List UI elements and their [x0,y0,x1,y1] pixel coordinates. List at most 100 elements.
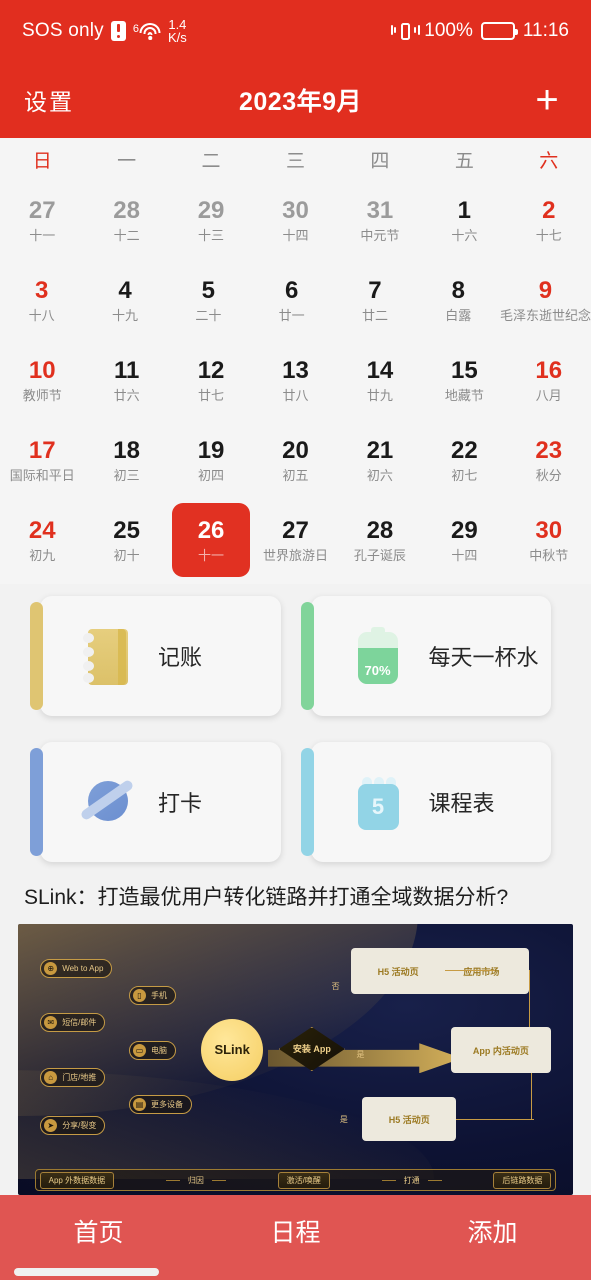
day-number: 10 [28,357,56,384]
calendar-day-cell[interactable]: 25 初十 [84,500,168,580]
day-lunar-label: 廿八 [282,388,309,403]
app-root: SOS only 6 1.4 K/s 100% 11:16 设置 2023年9月… [0,0,591,1280]
device-pill: ▯ 手机 [129,986,176,1006]
calendar-day-cell[interactable]: 29 十三 [169,180,253,260]
calendar-day-cell[interactable]: 29 十四 [422,500,506,580]
widget-accent-bar [30,602,43,710]
battery-icon [480,22,518,40]
more-devices-icon: ▤ [133,1097,146,1111]
calendar-day-cell[interactable]: 15 地藏节 [422,340,506,420]
calendar-day-cell[interactable]: 4 十九 [83,260,166,340]
planet-icon [78,771,136,833]
calendar-day-cell[interactable]: 12 廿七 [169,340,253,420]
calendar-day-cell[interactable]: 30 十四 [253,180,337,260]
calendar-day-cell[interactable]: 3 十八 [0,260,83,340]
calendar-day-cell[interactable]: 2 十七 [507,180,591,260]
widget-card-2[interactable]: 打卡 [30,742,281,862]
calendar-day-cell[interactable]: 1 十六 [422,180,506,260]
calendar-day-cell[interactable]: 19 初四 [169,420,253,500]
calendar-day-cell[interactable]: 23 秋分 [507,420,591,500]
calendar-day-cell[interactable]: 9 毛泽东逝世纪念 [500,260,591,340]
calendar-day-cell[interactable]: 18 初三 [84,420,168,500]
day-number: 2 [542,197,556,224]
calendar-day-cell[interactable]: 31 中元节 [338,180,422,260]
day-lunar-label: 八月 [535,388,562,403]
day-number: 4 [118,277,132,304]
ad-title[interactable]: SLink：打造最优用户转化链路并打通全域数据分析? [24,884,567,912]
bottom-nav-item-1[interactable]: 日程 [197,1213,394,1249]
widget-card-label: 记账 [158,645,203,670]
calendar-day-cell[interactable]: 20 初五 [253,420,337,500]
decision-node-label: 安装 App [292,1044,331,1055]
weekday-header-3: 三 [285,150,305,172]
day-lunar-label: 十六 [451,228,478,243]
widget-card-1[interactable]: 70% 每天一杯水 [300,596,551,716]
connector [445,970,496,972]
calendar-week-row: 3 十八 4 十九 5 二十 6 廿一 7 廿二 8 白露 9 毛泽东逝世纪念 [0,260,591,340]
bottom-nav-item-2[interactable]: 添加 [394,1213,591,1249]
calendar-day-cell[interactable]: 22 初七 [422,420,506,500]
day-number: 22 [451,437,478,464]
day-number: 7 [368,277,382,304]
day-lunar-label: 秋分 [535,468,562,483]
store-icon: ⌂ [44,1070,58,1084]
calendar-day-cell[interactable]: 10 教师节 [0,340,84,420]
calendar-day-cell-selected[interactable]: 26 十一 [169,500,253,580]
day-number: 30 [282,197,309,224]
day-number: 27 [282,517,309,544]
status-bar: SOS only 6 1.4 K/s 100% 11:16 [0,0,591,62]
calendar-day-cell[interactable]: 27 十一 [0,180,84,260]
day-lunar-label: 十一 [198,548,225,563]
day-lunar-label: 十三 [198,228,225,243]
calendar-day-cell[interactable]: 8 白露 [417,260,500,340]
settings-button[interactable]: 设置 [24,83,74,117]
flow-node-label: H5 活动页 [388,1114,430,1125]
calendar-weekday-header: 日一二三四五六 [0,138,591,180]
calendar: 日 一 二 三 四 五 六 27 十一 28 十二 29 十三 30 十四 31 中元节 1 十六 2 十七 3 十八 4 十… [0,138,591,584]
net-speed-unit: K/s [167,30,187,45]
day-lunar-label: 初九 [29,548,56,563]
day-lunar-label: 十二 [113,228,140,243]
add-event-button[interactable]: + [527,80,567,120]
day-number: 31 [366,197,394,224]
source-pill: ⌂ 门店/地推 [40,1067,106,1087]
day-number: 8 [451,277,465,304]
ad-image[interactable]: ⊕ Web to App ✉ 短信/邮件 ⌂ 门店/地推 ➤ 分享/裂变 ▯ 手… [18,924,573,1195]
day-number: 17 [28,437,56,464]
widget-accent-bar [30,748,43,856]
day-number: 15 [451,357,478,384]
page-title[interactable]: 2023年9月 [239,82,362,118]
calendar-grid: 27 十一 28 十二 29 十三 30 十四 31 中元节 1 十六 2 十七 3 十八 4 十九 5 二十 6 廿一 7… [0,180,591,580]
calendar-day-cell[interactable]: 16 八月 [507,340,591,420]
bottom-nav-item-0[interactable]: 首页 [0,1213,197,1249]
device-pill-label: 手机 [151,991,167,1001]
calendar-day-cell[interactable]: 17 国际和平日 [0,420,84,500]
day-number: 25 [113,517,140,544]
calendar-day-cell[interactable]: 28 十二 [84,180,168,260]
calendar-day-cell[interactable]: 27 世界旅游日 [253,500,337,580]
day-number: 20 [282,437,309,464]
calendar-day-cell[interactable]: 21 初六 [338,420,422,500]
calendar-day-cell[interactable]: 14 廿九 [338,340,422,420]
weekday-header-6: 六 [539,150,559,172]
footer-chip: 激活/唤醒 [277,1171,330,1189]
water-battery-icon: 70% [349,625,407,687]
calendar-day-cell[interactable]: 6 廿一 [250,260,333,340]
day-lunar-label: 十四 [282,228,309,243]
day-number: 24 [28,517,56,544]
calendar-day-cell[interactable]: 28 孔子诞辰 [338,500,422,580]
day-number: 12 [197,357,225,384]
widget-card-3[interactable]: 5 课程表 [300,742,551,862]
sim-alert-icon [110,21,126,41]
calendar-day-cell[interactable]: 13 廿八 [253,340,337,420]
calendar-day-cell[interactable]: 11 廿六 [84,340,168,420]
calendar-number-icon: 5 [349,771,407,833]
calendar-day-cell[interactable]: 7 廿二 [333,260,416,340]
day-lunar-label: 廿二 [361,308,388,323]
calendar-day-cell[interactable]: 5 二十 [167,260,250,340]
widget-card-0[interactable]: 记账 [30,596,281,716]
day-number: 11 [113,357,140,384]
flow-node: App 内活动页 [450,1026,551,1074]
calendar-day-cell[interactable]: 24 初九 [0,500,84,580]
calendar-day-cell[interactable]: 30 中秋节 [507,500,591,580]
